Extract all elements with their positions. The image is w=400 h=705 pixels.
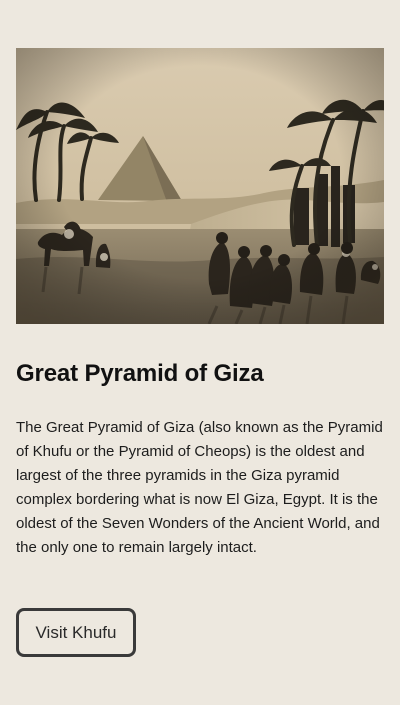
page-title: Great Pyramid of Giza: [16, 360, 264, 387]
visit-khufu-button[interactable]: Visit Khufu: [16, 608, 136, 657]
pyramid-photo-illustration: [16, 48, 384, 324]
pyramid-photo: [16, 48, 384, 324]
article-description: The Great Pyramid of Giza (also known as…: [16, 419, 383, 556]
pyramid-card: Great Pyramid of Giza The Great Pyramid …: [0, 0, 400, 705]
